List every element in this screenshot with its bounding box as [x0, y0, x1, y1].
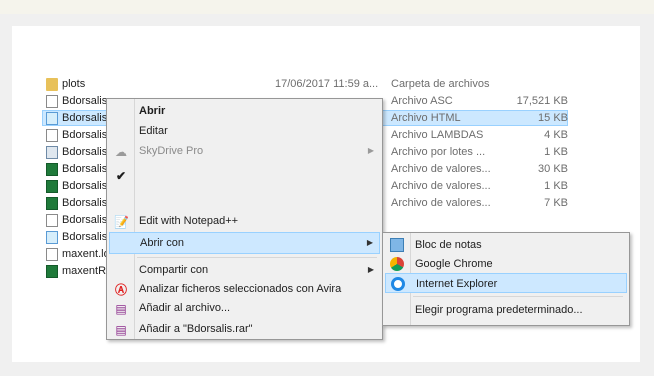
file-type: Archivo de valores...: [391, 197, 491, 209]
menu-item-label: Internet Explorer: [416, 278, 498, 290]
file-name: Bdorsalis: [62, 146, 108, 158]
menu-item-label: Compartir con: [139, 264, 209, 276]
html-file-icon: [46, 231, 58, 244]
file-type: Archivo ASC: [391, 95, 453, 107]
winrar-icon: ▤: [115, 302, 127, 316]
html-file-icon: [46, 112, 58, 125]
menu-item-chrome[interactable]: Google Chrome: [385, 254, 627, 274]
menu-item-label: Bloc de notas: [415, 239, 482, 251]
menu-item-label: Edit with Notepad++: [139, 215, 239, 227]
file-date: 17/06/2017 11:59 a...: [275, 78, 379, 90]
file-size: 30 KB: [538, 163, 568, 175]
file-name: Bdorsalis: [62, 129, 108, 141]
menu-item-choose-default[interactable]: Elegir programa predeterminado...: [385, 300, 627, 320]
menu-item-open[interactable]: Abrir: [109, 101, 380, 123]
winrar-icon: ▤: [115, 323, 127, 337]
menu-item-add-rar[interactable]: ▤ Añadir a "Bdorsalis.rar": [109, 319, 380, 339]
menu-separator: [137, 257, 377, 258]
file-name: maxent.lo: [62, 248, 110, 260]
menu-item-internet-explorer[interactable]: Internet Explorer: [385, 273, 627, 293]
folder-icon: [46, 78, 58, 91]
submenu-arrow-icon: ▶: [367, 265, 374, 274]
file-name: Bdorsalis: [62, 214, 108, 226]
context-menu: Abrir Editar ☁ SkyDrive Pro ▶ ✔ 📝 Edit w…: [106, 98, 383, 340]
menu-item-notepad[interactable]: Bloc de notas: [385, 235, 627, 255]
menu-item-label: Abrir: [139, 105, 166, 117]
file-type: Archivo HTML: [391, 112, 461, 124]
menu-item-add-archive[interactable]: ▤ Añadir al archivo...: [109, 298, 380, 320]
file-row[interactable]: plots 17/06/2017 11:59 a... Carpeta de a…: [12, 76, 640, 93]
menu-item-edit[interactable]: Editar: [109, 121, 380, 143]
chrome-icon: [390, 257, 404, 271]
notepadpp-icon: 📝: [114, 215, 129, 229]
file-size: 4 KB: [544, 129, 568, 141]
menu-item-open-with[interactable]: Abrir con ▶: [109, 232, 380, 254]
file-size: 1 KB: [544, 180, 568, 192]
submenu-arrow-icon: ▶: [367, 146, 374, 155]
file-name: Bdorsalis: [62, 197, 108, 209]
menu-item-label: Google Chrome: [415, 258, 493, 270]
csv-file-icon: [46, 197, 58, 210]
file-name: Bdorsalis: [62, 231, 108, 243]
menu-item-label: Añadir a "Bdorsalis.rar": [139, 323, 253, 335]
document-icon: [46, 95, 58, 108]
file-type: Archivo de valores...: [391, 163, 491, 175]
file-name: Bdorsalis: [62, 95, 108, 107]
file-size: 15 KB: [538, 112, 568, 124]
excel-file-icon: [46, 265, 58, 278]
csv-file-icon: [46, 163, 58, 176]
menu-item-label: SkyDrive Pro: [139, 145, 204, 157]
file-size: 1 KB: [544, 146, 568, 158]
document-icon: [46, 248, 58, 261]
file-size: 17,521 KB: [516, 95, 568, 107]
menu-separator: [413, 296, 623, 297]
document-icon: [46, 129, 58, 142]
menu-item-label: Abrir con: [140, 237, 185, 249]
background-strip: [0, 0, 654, 14]
file-name: Bdorsalis: [62, 112, 108, 124]
document-icon: [46, 214, 58, 227]
menu-item-label: Editar: [139, 125, 168, 137]
submenu-arrow-icon: ▶: [366, 238, 373, 247]
file-type: Archivo de valores...: [391, 180, 491, 192]
menu-item-skydrive[interactable]: ☁ SkyDrive Pro ▶: [109, 141, 380, 163]
batch-file-icon: [46, 146, 58, 159]
menu-item-label: Elegir programa predeterminado...: [415, 304, 583, 316]
file-name: maxentRe: [62, 265, 113, 277]
file-type: Archivo por lotes ...: [391, 146, 486, 158]
notepad-icon: [390, 238, 404, 252]
menu-item-checked[interactable]: ✔: [109, 165, 380, 187]
open-with-submenu: Bloc de notas Google Chrome Internet Exp…: [382, 232, 630, 326]
file-name: plots: [62, 78, 86, 90]
menu-item-label: Añadir al archivo...: [139, 302, 231, 314]
menu-item-notepadpp[interactable]: 📝 Edit with Notepad++: [109, 211, 380, 233]
file-size: 7 KB: [544, 197, 568, 209]
checkmark-icon: ✔: [115, 169, 127, 183]
file-name: Bdorsalis: [62, 163, 108, 175]
menu-item-label: Analizar ficheros seleccionados con Avir…: [139, 283, 342, 295]
skydrive-icon: ☁: [115, 145, 127, 159]
file-name: Bdorsalis: [62, 180, 108, 192]
internet-explorer-icon: [391, 277, 405, 291]
file-type: Carpeta de archivos: [391, 78, 490, 90]
csv-file-icon: [46, 180, 58, 193]
avira-icon: Ⓐ: [114, 283, 127, 297]
file-type: Archivo LAMBDAS: [391, 129, 484, 141]
